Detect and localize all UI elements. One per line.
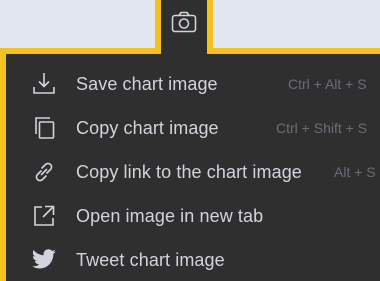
twitter-icon [30, 246, 58, 274]
menu-item-label: Copy chart image [76, 117, 219, 138]
camera-icon [171, 11, 197, 33]
menu-item-shortcut: Ctrl + Alt + S [288, 76, 367, 92]
menu-item-copy-link[interactable]: Copy link to the chart image Alt + S [6, 150, 380, 194]
menu-item-shortcut: Ctrl + Shift + S [276, 120, 368, 136]
menu-item-save-chart-image[interactable]: Save chart image Ctrl + Alt + S [6, 62, 380, 106]
menu-item-open-new-tab[interactable]: Open image in new tab [6, 194, 380, 238]
external-link-icon [30, 202, 58, 230]
menu-item-label: Tweet chart image [76, 249, 225, 270]
screenshot-stage: Save chart image Ctrl + Alt + S Copy cha… [0, 0, 380, 281]
menu-item-tweet-chart-image[interactable]: Tweet chart image [6, 238, 380, 281]
tab-joint [161, 48, 207, 54]
link-icon [30, 158, 58, 186]
copy-icon [30, 114, 58, 142]
menu-item-label: Open image in new tab [76, 205, 264, 226]
menu-item-label: Copy link to the chart image [76, 161, 302, 182]
menu-item-copy-chart-image[interactable]: Copy chart image Ctrl + Shift + S [6, 106, 380, 150]
download-icon [30, 70, 58, 98]
screenshot-menu: Save chart image Ctrl + Alt + S Copy cha… [0, 48, 380, 281]
menu-item-shortcut: Alt + S [334, 164, 376, 180]
camera-button[interactable] [155, 0, 213, 54]
menu-item-label: Save chart image [76, 73, 218, 94]
